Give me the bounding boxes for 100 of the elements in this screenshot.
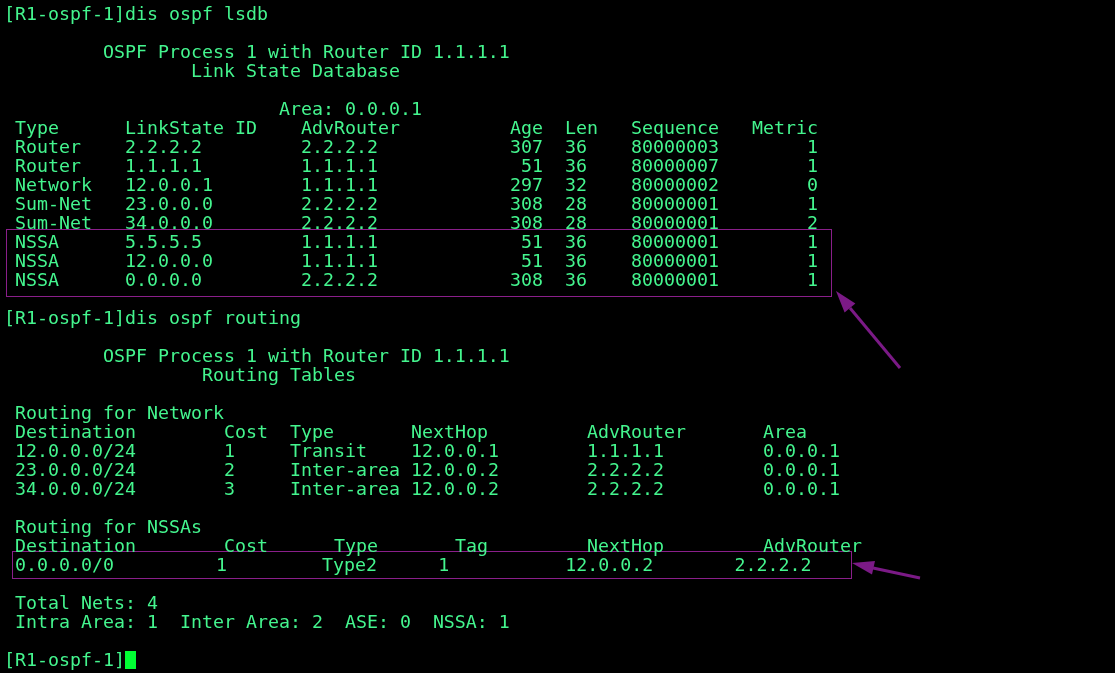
table-cell-text: 12.0.0.2 [411, 460, 500, 479]
table-cell-text: 1 [806, 251, 818, 270]
column-header: NextHop [411, 422, 489, 441]
column-header: Type [290, 422, 335, 441]
table-cell-text: 80000001 [631, 270, 720, 289]
table-cell-text: 32 [565, 175, 588, 194]
table-cell-text: Inter-area [290, 479, 401, 498]
table-cell-text: 308 [509, 213, 543, 232]
table-cell-text: 1.1.1.1 [301, 156, 379, 175]
output-line: OSPF Process 1 with Router ID 1.1.1.1 [101, 42, 510, 61]
command-prompt: [R1-ospf-1]dis ospf lsdb [4, 4, 268, 23]
column-header: Tag [455, 536, 489, 555]
column-header: Metric [752, 118, 818, 137]
table-cell-text: 1 [438, 555, 451, 574]
table-cell-text: 1.1.1.1 [301, 232, 379, 251]
column-header: Cost [224, 422, 269, 441]
table-cell-text: 0.0.0.0/0 [15, 555, 115, 574]
table-cell-text: 1.1.1.1 [587, 441, 665, 460]
table-cell-text: NSSA [15, 232, 60, 251]
table-cell-text: 23.0.0.0/24 [15, 460, 137, 479]
table-cell-text: Transit [290, 441, 368, 460]
table-cell-text: 5.5.5.5 [125, 232, 203, 251]
table-cell-text: 1 [806, 194, 818, 213]
table-cell-text: Type2 [321, 555, 378, 574]
table-cell-text: 1 [806, 137, 818, 156]
table-cell-text: 51 [520, 251, 543, 270]
table-cell-text: 2 [806, 213, 818, 232]
column-header: NextHop [587, 536, 665, 555]
annotation-arrow [852, 561, 921, 580]
column-header: Type [15, 118, 60, 137]
table-cell-text: 80000007 [631, 156, 720, 175]
table-cell-text: Router [15, 137, 82, 156]
table-cell-text: 80000001 [631, 213, 720, 232]
table-cell-text: 1 [216, 555, 229, 574]
table-cell-text: 12.0.0.2 [565, 555, 654, 574]
column-header: Len [565, 118, 599, 137]
table-cell-text: 1 [806, 156, 818, 175]
column-header: LinkState ID [125, 118, 258, 137]
table-cell-text: 2.2.2.2 [587, 479, 665, 498]
table-cell-text: 308 [509, 270, 543, 289]
table-cell-text: 80000003 [631, 137, 720, 156]
table-cell-text: NSSA [15, 270, 60, 289]
table-cell-text: 12.0.0.0/24 [15, 441, 137, 460]
table-cell-text: 2.2.2.2 [301, 213, 379, 232]
output-line: Link State Database [189, 61, 400, 80]
table-cell-text: 0.0.0.1 [763, 479, 841, 498]
table-cell-text: 28 [565, 194, 588, 213]
table-cell-text: 0 [806, 175, 818, 194]
table-cell-text: 1 [806, 270, 818, 289]
table-cell-text: 1.1.1.1 [301, 175, 379, 194]
table-cell-text: 2.2.2.2 [301, 270, 379, 289]
table-cell-text: 36 [565, 270, 588, 289]
column-header: AdvRouter [763, 536, 863, 555]
output-line: Total Nets: 4 [14, 593, 158, 612]
column-header: Destination [15, 422, 137, 441]
table-cell-text: 0.0.0.1 [763, 460, 841, 479]
column-header: Destination [15, 536, 137, 555]
table-cell-text: 308 [509, 194, 543, 213]
output-line: Routing for Network [14, 403, 224, 422]
table-cell-text: 2.2.2.2 [734, 555, 813, 574]
column-header: AdvRouter [301, 118, 401, 137]
table-cell-text: 2.2.2.2 [587, 460, 665, 479]
table-cell-text: 36 [565, 232, 588, 251]
table-cell-text: 36 [565, 137, 588, 156]
table-cell-text: Router [15, 156, 82, 175]
table-cell-text: 12.0.0.1 [125, 175, 214, 194]
table-cell-text: 34.0.0.0/24 [15, 479, 137, 498]
table-cell-text: 3 [224, 479, 236, 498]
table-cell-text: 2.2.2.2 [301, 137, 379, 156]
column-header: Age [509, 118, 543, 137]
table-cell-text: 36 [565, 251, 588, 270]
table-cell-text: 1 [806, 232, 818, 251]
table-cell-text: NSSA [15, 251, 60, 270]
output-line: Area: 0.0.0.1 [277, 99, 422, 118]
table-cell-text: 80000002 [631, 175, 720, 194]
column-header: Cost [224, 536, 269, 555]
table-cell-text: 0.0.0.1 [763, 441, 841, 460]
table-cell-text: 34.0.0.0 [125, 213, 214, 232]
command-prompt: [R1-ospf-1] [4, 650, 125, 669]
output-line: OSPF Process 1 with Router ID 1.1.1.1 [101, 346, 510, 365]
table-cell-text: Sum-Net [15, 194, 93, 213]
table-cell-text: 0.0.0.0 [125, 270, 203, 289]
table-cell-text: 1.1.1.1 [125, 156, 203, 175]
table-cell-text: Sum-Net [15, 213, 93, 232]
table-cell-text: 12.0.0.1 [411, 441, 500, 460]
table-cell-text: 307 [509, 137, 543, 156]
table-cell-text: 2.2.2.2 [125, 137, 203, 156]
column-header: Sequence [631, 118, 720, 137]
table-cell-text: 23.0.0.0 [125, 194, 214, 213]
table-cell-text: 1.1.1.1 [301, 251, 379, 270]
command-prompt: [R1-ospf-1]dis ospf routing [4, 308, 301, 327]
table-cell-text: 1 [224, 441, 236, 460]
table-cell-text: 2 [224, 460, 236, 479]
output-line: Routing Tables [200, 365, 356, 384]
table-cell-text: 2.2.2.2 [301, 194, 379, 213]
table-cell-text: 51 [520, 232, 543, 251]
table-cell-text: Inter-area [290, 460, 401, 479]
table-cell-text: 12.0.0.0 [125, 251, 214, 270]
table-cell-text: 51 [520, 156, 543, 175]
output-line: Intra Area: 1 Inter Area: 2 ASE: 0 NSSA: 1 [14, 612, 510, 631]
